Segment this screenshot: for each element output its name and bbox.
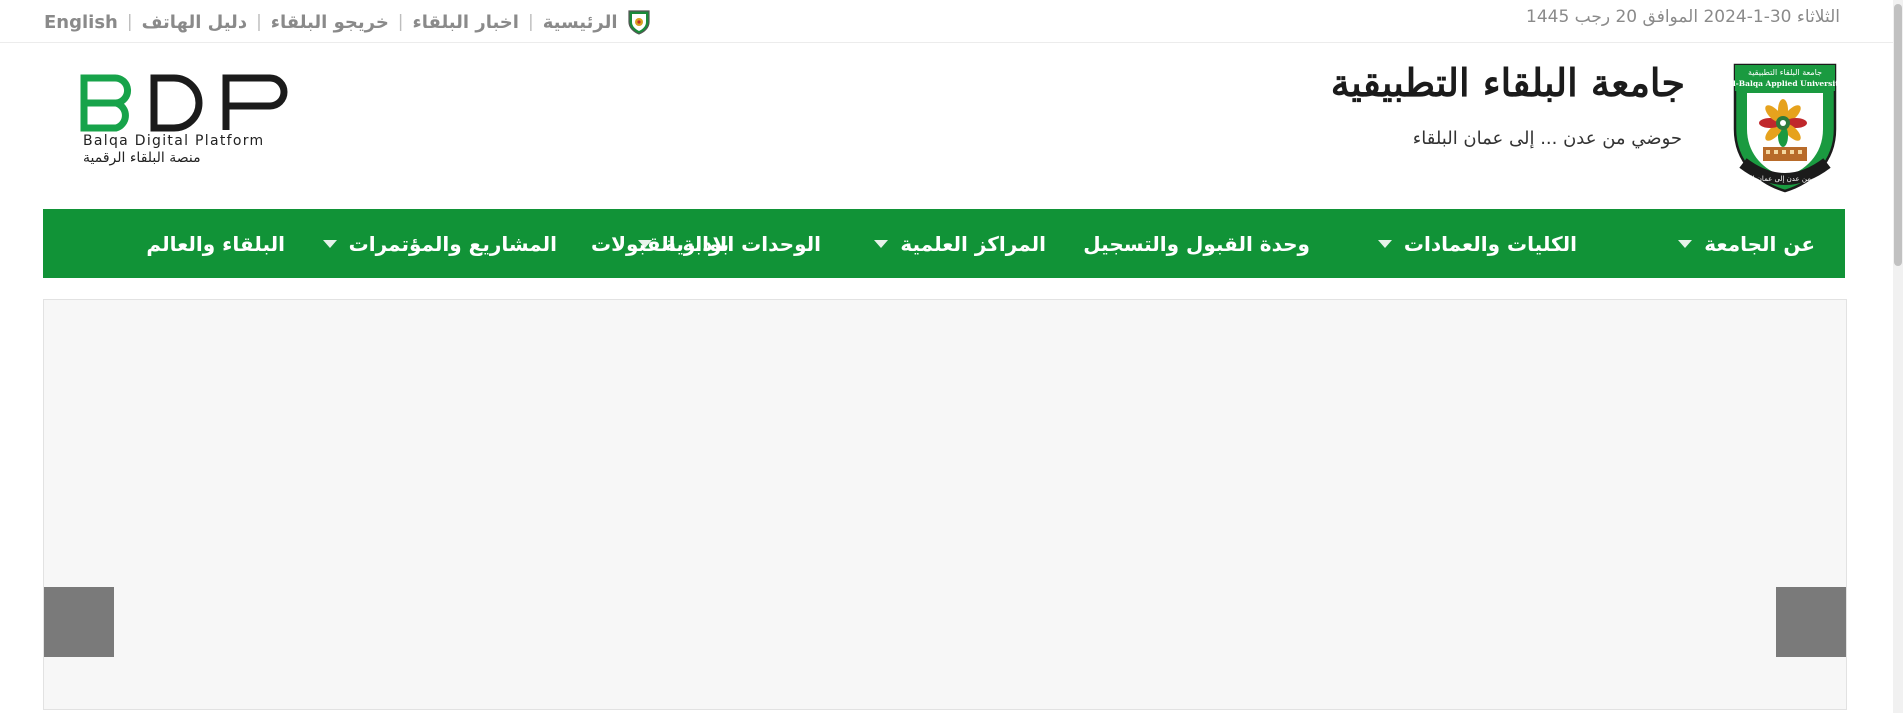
university-shield-icon[interactable] xyxy=(626,9,652,35)
scrollbar-thumb[interactable] xyxy=(1894,4,1902,266)
page-scrollbar[interactable] xyxy=(1893,0,1903,713)
caret-down-icon xyxy=(322,239,337,248)
slider-prev-button[interactable] xyxy=(44,587,114,657)
nav-label: الكليات والعمادات xyxy=(1403,231,1577,256)
top-links: English | دليل الهاتف | خريجو البلقاء | … xyxy=(44,9,652,35)
separator: | xyxy=(126,12,133,32)
nav-label: المراكز العلمية xyxy=(900,231,1046,256)
nav-label: وحدة القبول والتسجيل xyxy=(1083,231,1310,256)
link-phone-directory[interactable]: دليل الهاتف xyxy=(142,12,247,33)
link-english[interactable]: English xyxy=(44,12,118,33)
nav-label: عن الجامعة xyxy=(1704,231,1815,256)
emblem-bottom-ar: حوضي من عدن إلى عمان البلقاء xyxy=(1737,175,1833,183)
nav-faculties-deanships[interactable]: الكليات والعمادات xyxy=(1377,209,1577,278)
bdp-subtitle-en: Balqa Digital Platform xyxy=(83,133,265,149)
caret-down-icon xyxy=(1678,239,1693,248)
university-slogan: حوضي من عدن ... إلى عمان البلقاء xyxy=(1412,128,1682,149)
university-emblem-logo[interactable]: جامعة البلقاء التطبيقية Al-Balqa Applied… xyxy=(1726,63,1844,193)
nav-label: بوابة القبولات xyxy=(591,231,729,256)
separator: | xyxy=(256,12,262,32)
slider-next-button[interactable] xyxy=(1776,587,1846,657)
emblem-top-ar: جامعة البلقاء التطبيقية xyxy=(1748,68,1822,77)
bdp-subtitle-ar: منصة البلقاء الرقمية xyxy=(83,150,201,166)
nav-label: المشاريع والمؤتمرات xyxy=(348,231,557,256)
nav-admission-registration[interactable]: وحدة القبول والتسجيل xyxy=(1083,209,1310,278)
nav-scientific-centers[interactable]: المراكز العلمية xyxy=(874,209,1046,278)
emblem-top-en: Al-Balqa Applied University xyxy=(1733,79,1837,88)
main-nav: عن الجامعة الكليات والعمادات وحدة القبول… xyxy=(43,209,1845,278)
nav-balqa-world[interactable]: البلقاء والعالم xyxy=(146,209,285,278)
image-slider xyxy=(43,299,1847,710)
caret-down-icon xyxy=(874,239,889,248)
link-alumni[interactable]: خريجو البلقاء xyxy=(271,12,389,33)
separator: | xyxy=(397,12,404,32)
nav-admissions-portal[interactable]: بوابة القبولات xyxy=(591,209,729,278)
link-home[interactable]: الرئيسية xyxy=(543,12,618,33)
nav-about-university[interactable]: عن الجامعة xyxy=(1678,209,1815,278)
current-date: الثلاثاء 30-1-2024 الموافق 20 رجب 1445 xyxy=(1526,7,1840,27)
university-name: جامعة البلقاء التطبيقية xyxy=(1330,60,1685,105)
top-bar: English | دليل الهاتف | خريجو البلقاء | … xyxy=(0,0,1903,43)
caret-down-icon xyxy=(1377,239,1392,248)
nav-label: البلقاء والعالم xyxy=(146,231,285,256)
separator: | xyxy=(527,12,534,32)
link-news[interactable]: اخبار البلقاء xyxy=(413,12,519,33)
nav-projects-conferences[interactable]: المشاريع والمؤتمرات xyxy=(322,209,557,278)
